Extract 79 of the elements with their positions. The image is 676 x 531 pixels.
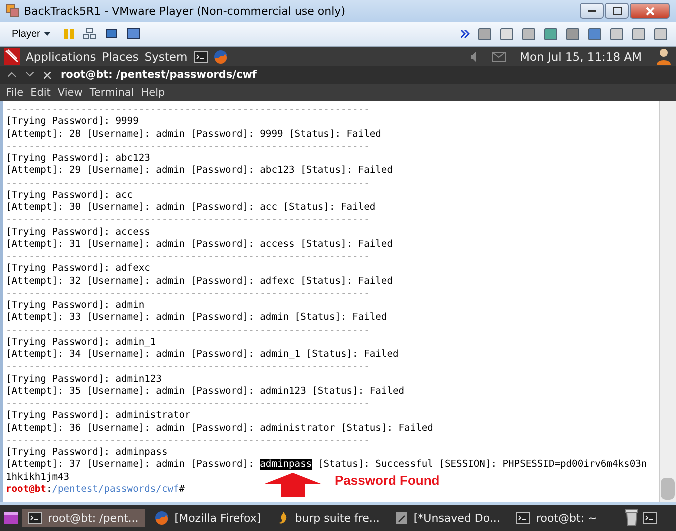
firefox-icon[interactable] <box>214 50 228 64</box>
output-line: [Attempt]: 28 [Username]: admin [Password]: 9999 [Status]: Failed <box>6 128 382 141</box>
taskbar-item[interactable]: root@bt: /pent... <box>22 509 145 527</box>
annotation-text: Password Found <box>335 475 440 488</box>
output-line: [Attempt]: 34 [Username]: admin [Password]: admin_1 [Status]: Failed <box>6 349 399 362</box>
output-line: [Trying Password]: admin_1 <box>6 336 156 349</box>
output-line: [Attempt]: 35 [Username]: admin [Password]: admin123 [Status]: Failed <box>6 386 405 398</box>
close-button[interactable] <box>630 3 670 19</box>
player-menu[interactable]: Player <box>8 28 56 40</box>
output-line: [Attempt]: 31 [Username]: admin [Password]: access [Status]: Failed <box>6 238 393 251</box>
menu-item[interactable]: File <box>6 86 24 98</box>
maximize-button[interactable] <box>605 3 629 19</box>
separator-line: --------------------------------------------------------------- <box>6 434 370 447</box>
dragon-logo-icon[interactable] <box>4 48 20 65</box>
output-line: [Attempt]: 37 [Username]: admin [Password]: adminpass [Status]: Successful [SESSION]: PHPSESSID=pd00irv6m4ks03n <box>6 459 648 472</box>
output-line: [Attempt]: 32 [Username]: admin [Password]: adfexc [Status]: Failed <box>6 276 393 288</box>
speaker-icon[interactable] <box>470 52 478 62</box>
output-line: [Attempt]: 30 [Username]: admin [Password]: acc [Status]: Failed <box>6 202 376 214</box>
panel-menu[interactable]: System <box>144 50 188 64</box>
arrow-icon <box>265 473 321 497</box>
maximize-icon <box>612 7 622 15</box>
output-line: [Trying Password]: acc <box>6 190 134 202</box>
shell-prompt: root@bt:/pentest/passwords/cwf# <box>6 484 186 496</box>
taskbar-item[interactable]: [Mozilla Firefox] <box>148 509 268 527</box>
clock[interactable]: Mon Jul 15, 11:18 AM <box>520 50 642 64</box>
document-icon[interactable] <box>396 512 408 524</box>
terminal-launcher-icon[interactable] <box>194 50 208 62</box>
output-line: [Trying Password]: adfexc <box>6 263 150 276</box>
menu-item[interactable]: Terminal <box>90 86 134 98</box>
close-icon <box>646 6 654 16</box>
separator-line: --------------------------------------------------------------- <box>6 251 370 264</box>
window-icon[interactable] <box>127 28 142 40</box>
menu-item[interactable]: Edit <box>30 86 51 98</box>
caret-icon <box>44 32 52 36</box>
window-title: BackTrack5R1 - VMware Player (Non-commercial use only) <box>24 4 346 18</box>
output-line: [Trying Password]: admin123 <box>6 374 162 386</box>
terminal-title: root@bt: /pentest/passwords/cwf <box>61 69 257 81</box>
separator-line: --------------------------------------------------------------- <box>6 214 370 226</box>
output-line: [Trying Password]: 9999 <box>6 116 139 128</box>
scrollbar[interactable] <box>659 101 676 502</box>
separator-line: --------------------------------------------------------------- <box>6 398 370 410</box>
chevron-icon[interactable] <box>461 30 470 38</box>
scroll-up-icon[interactable] <box>8 70 16 80</box>
terminal-icon[interactable] <box>516 512 530 524</box>
separator-line: --------------------------------------------------------------- <box>6 178 370 190</box>
output-line: [Attempt]: 29 [Username]: admin [Password]: abc123 [Status]: Failed <box>6 165 393 178</box>
taskbar-item[interactable]: root@bt: ~ <box>510 509 604 527</box>
trash-icon[interactable] <box>625 509 640 527</box>
output-line: [Trying Password]: abc123 <box>6 153 150 166</box>
fullscreen-icon[interactable] <box>105 28 120 40</box>
taskbar-item[interactable]: [*Unsaved Do... <box>390 509 506 527</box>
network-icon[interactable] <box>83 28 98 40</box>
output-line: 1hkikh1jm43 <box>6 472 70 484</box>
output-line: [Trying Password]: administrator <box>6 410 191 422</box>
output-line: [Trying Password]: admin <box>6 300 145 312</box>
minimize-button[interactable] <box>580 3 604 19</box>
separator-line: --------------------------------------------------------------- <box>6 288 370 300</box>
output-line: [Attempt]: 36 [Username]: admin [Password]: administrator [Status]: Failed <box>6 422 434 435</box>
panel-menu[interactable]: Places <box>102 50 139 64</box>
output-line: [Attempt]: 33 [Username]: admin [Password]: admin [Status]: Failed <box>6 312 388 324</box>
separator-line: --------------------------------------------------------------- <box>6 104 370 116</box>
output-line: [Trying Password]: access <box>6 226 150 239</box>
flame-icon[interactable] <box>277 511 290 525</box>
taskbar-item[interactable]: burp suite fre... <box>271 509 386 527</box>
separator-line: --------------------------------------------------------------- <box>6 361 370 374</box>
vmware-logo-icon <box>6 4 20 18</box>
mail-icon[interactable] <box>492 52 506 62</box>
menu-item[interactable]: View <box>58 86 83 98</box>
close-icon[interactable] <box>44 72 51 78</box>
panel-menu[interactable]: Applications <box>26 50 96 64</box>
workspace-icon[interactable] <box>643 512 658 524</box>
minimize-icon <box>588 10 596 12</box>
menu-item[interactable]: Help <box>141 86 166 98</box>
output-line: [Trying Password]: adminpass <box>6 447 168 460</box>
separator-line: --------------------------------------------------------------- <box>6 140 370 153</box>
separator-line: --------------------------------------------------------------- <box>6 324 370 337</box>
user-icon[interactable] <box>656 48 672 65</box>
firefox-icon[interactable] <box>154 511 169 525</box>
terminal-icon[interactable] <box>28 512 42 524</box>
